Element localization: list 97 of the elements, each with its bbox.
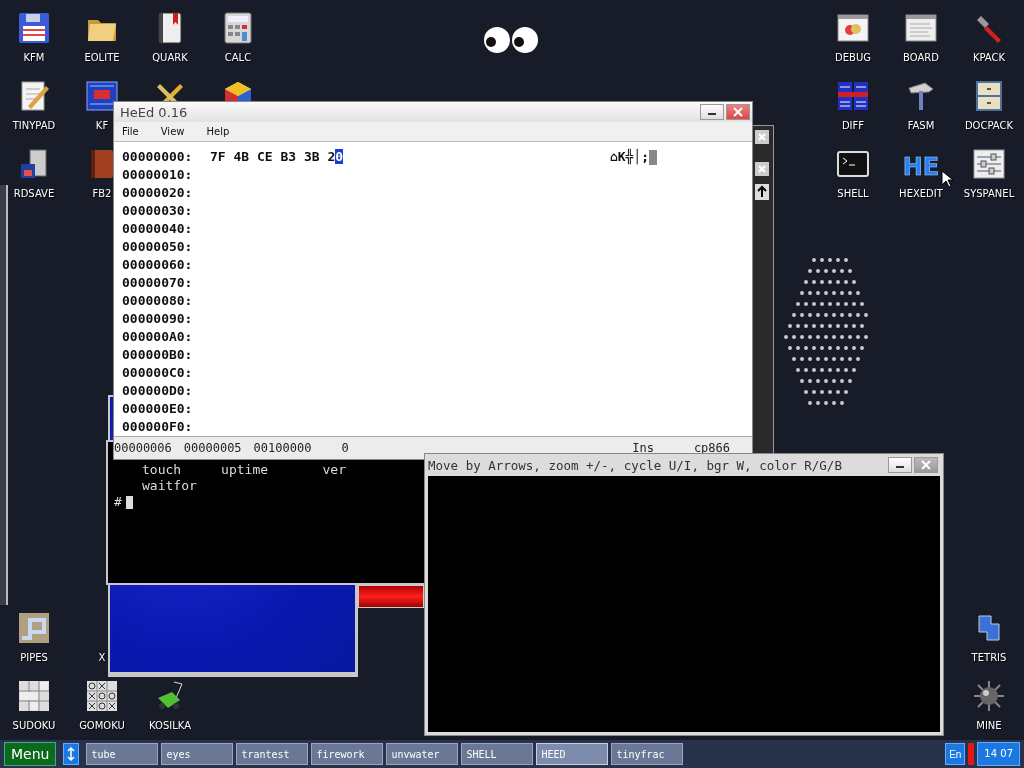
terminal-text: uptime xyxy=(221,462,270,478)
minimize-button[interactable] xyxy=(700,104,724,120)
window-title: HeEd 0.16 xyxy=(120,104,189,120)
offset-text: 00000070: xyxy=(122,274,194,293)
close-icon xyxy=(733,107,743,117)
offset-text: 00000060: xyxy=(122,256,194,275)
offset-text: 00000020: xyxy=(122,184,194,203)
close-button[interactable] xyxy=(726,104,750,120)
icon-label[interactable]: SYSPANEL xyxy=(963,188,1015,200)
notepad-icon xyxy=(18,80,50,112)
scroll-up-icon xyxy=(755,184,769,200)
text-window-icon xyxy=(86,80,118,112)
icon-label[interactable]: DEBUG xyxy=(835,52,871,64)
icon-label[interactable]: HEXEDIT xyxy=(899,188,943,200)
icon-label[interactable]: GOMOKU xyxy=(79,720,125,732)
terminal-text: touch xyxy=(141,462,183,478)
status-text: 0 xyxy=(341,441,349,456)
icon-label[interactable]: DOCPACK xyxy=(964,120,1014,132)
close-icon xyxy=(921,460,931,470)
offset-text: 00000090: xyxy=(122,310,194,329)
task-button[interactable]: firework xyxy=(311,743,384,765)
minimize-button[interactable] xyxy=(888,457,912,473)
icon-label[interactable]: FB2 xyxy=(92,188,112,200)
hex-bytes: 7F 4B CE B3 3B 2 xyxy=(210,149,336,165)
offset-text: 000000D0: xyxy=(122,382,194,401)
terminal-icon xyxy=(837,148,869,180)
icon-label[interactable]: MINE xyxy=(976,720,1002,732)
icon-label[interactable]: KPACK xyxy=(972,52,1006,64)
terminal-text: ver xyxy=(322,462,348,478)
icon-label[interactable]: FASM xyxy=(907,120,935,132)
logo-icon: HE xyxy=(903,148,939,180)
menu-item[interactable]: View xyxy=(160,126,185,138)
status-text: 00100000 xyxy=(253,441,312,456)
icon-label[interactable]: PIPES xyxy=(20,652,48,664)
offset-text: 000000B0: xyxy=(122,346,194,365)
task-button[interactable]: SHELL xyxy=(461,743,534,765)
offset-text: 00000030: xyxy=(122,202,194,221)
icon-label[interactable]: SHELL xyxy=(837,188,869,200)
task-button[interactable]: unvwater xyxy=(386,743,459,765)
pipe-icon xyxy=(18,612,50,644)
status-text: cp866 xyxy=(693,441,730,456)
indicator xyxy=(968,743,975,765)
icon-label[interactable]: RDSAVE xyxy=(13,188,55,200)
mine-icon xyxy=(973,680,1005,712)
close-icon xyxy=(755,130,769,144)
icon-label[interactable]: KFM xyxy=(23,52,45,64)
cursor-digit: 0 xyxy=(335,149,344,165)
icon-label[interactable]: TETRIS xyxy=(971,652,1007,664)
task-button[interactable]: tube xyxy=(86,743,159,765)
offset-text: 00000040: xyxy=(122,220,194,239)
tic-tac-toe-icon xyxy=(86,680,118,712)
computer-floppy-icon xyxy=(18,148,50,180)
status-text: Ins xyxy=(632,441,654,456)
language-button[interactable]: En xyxy=(945,743,966,765)
icon-label[interactable]: SUDOKU xyxy=(12,720,56,732)
drawer-cabinet-icon xyxy=(973,80,1005,112)
offset-text: 00000000: xyxy=(122,148,194,167)
icon-label[interactable]: KF xyxy=(95,120,109,132)
menu-item[interactable]: Help xyxy=(206,126,230,138)
icon-label[interactable]: CALC xyxy=(224,52,252,64)
task-button[interactable]: eyes xyxy=(161,743,234,765)
task-button[interactable]: trantest xyxy=(236,743,309,765)
menu-button[interactable]: Menu xyxy=(4,742,57,766)
close-icon xyxy=(755,162,769,176)
icon-label[interactable]: QUARK xyxy=(152,52,188,64)
offset-text: 000000A0: xyxy=(122,328,194,347)
menu-item[interactable]: File xyxy=(122,126,139,138)
offset-text: 00000050: xyxy=(122,238,194,257)
calculator-icon xyxy=(222,12,254,44)
text-cursor xyxy=(649,150,658,166)
switch-button[interactable] xyxy=(63,743,80,765)
icon-label[interactable]: X xyxy=(98,652,106,664)
text-cursor xyxy=(126,496,133,509)
icon-label[interactable]: EOLITE xyxy=(84,52,120,64)
up-down-arrow-icon xyxy=(67,747,76,761)
offset-text: 000000C0: xyxy=(122,364,194,383)
window-title: Move by Arrows, zoom +/-, cycle U/I, bgr W, color R/G/B xyxy=(428,457,843,473)
icon-label[interactable]: DIFF xyxy=(841,120,865,132)
terminal-text: waitfor xyxy=(141,478,198,494)
sliders-icon xyxy=(973,148,1005,180)
offset-text: 00000080: xyxy=(122,292,194,311)
mouse-pointer-icon xyxy=(941,170,953,188)
clock-text: 14 07 xyxy=(977,742,1020,766)
icon-label[interactable]: KOSILKA xyxy=(149,720,191,732)
task-button[interactable]: tinyfrac xyxy=(611,743,684,765)
offset-text: 000000E0: xyxy=(122,400,194,419)
offset-text: 000000F0: xyxy=(122,418,194,437)
offset-text: 00000010: xyxy=(122,166,194,185)
two-columns-icon xyxy=(837,80,869,112)
ascii-text: ⌂K╬│; xyxy=(610,148,650,167)
icon-label[interactable]: BOARD xyxy=(903,52,939,64)
status-text: 00000006 xyxy=(114,441,172,456)
sudoku-grid-icon xyxy=(18,680,50,712)
prompt-text: # xyxy=(114,494,123,510)
document-window-icon xyxy=(905,12,937,44)
icon-label[interactable]: TINYPAD xyxy=(12,120,56,132)
status-text: 00000005 xyxy=(183,441,242,456)
